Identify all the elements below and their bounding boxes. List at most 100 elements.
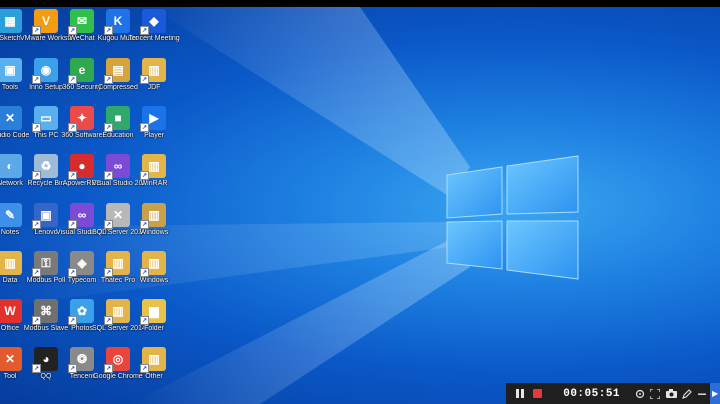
- winrar-icon-3: ▥ ↗: [140, 203, 166, 229]
- desktop-icon-edge-tool[interactable]: ✕ Tool: [0, 347, 34, 393]
- desktop-icon-wps-office[interactable]: W Office: [0, 299, 34, 345]
- desktop-icon-label: Player: [144, 132, 164, 139]
- icon-glyph: ✕: [112, 208, 124, 222]
- icon-glyph: ∞: [113, 159, 123, 173]
- desktop-icon-winrar-icon-2[interactable]: ▥ ↗ WinRAR: [130, 154, 178, 200]
- desktop: 00:05:51 ▶ V↗VMware Workstat...✉↗WeChatK…: [0, 7, 720, 404]
- icon-glyph: ▥: [148, 63, 160, 77]
- icon-glyph: ◆: [149, 14, 159, 28]
- icon-glyph: ■: [114, 111, 122, 125]
- shortcut-arrow-icon: ↗: [140, 268, 149, 277]
- desktop-icon-winrar[interactable]: ▥ ↗ JDF: [130, 58, 178, 104]
- this-pc-icon: ▭ ↗: [32, 106, 58, 132]
- shortcut-arrow-icon: ↗: [104, 220, 113, 229]
- desktop-icon-folder[interactable]: ▆ ↗ Folder: [130, 299, 178, 345]
- icon-glyph: ▣: [4, 63, 16, 77]
- fullscreen-button[interactable]: [650, 388, 662, 399]
- icon-glyph: ▆: [149, 304, 159, 318]
- desktop-icon-network[interactable]: ◐ Network: [0, 154, 34, 200]
- visual-studio-2019-icon: ∞ ↗: [68, 203, 94, 229]
- desktop-icon-vscode[interactable]: ✕ Studio Code: [0, 106, 34, 152]
- desktop-icon-winrar-icon-3[interactable]: ▥ ↗ Windows: [130, 203, 178, 249]
- icon-glyph: K: [113, 14, 123, 28]
- recording-timer: 00:05:51: [563, 387, 621, 400]
- wechat-icon: ✉ ↗: [68, 9, 94, 35]
- sql-server-mgmt-icon: ▥ ↗: [104, 299, 130, 325]
- shortcut-arrow-icon: ↗: [68, 171, 77, 180]
- tencent-icon: ❂ ↗: [68, 347, 94, 373]
- shortcut-arrow-icon: ↗: [68, 123, 77, 132]
- qq-icon: ◕ ↗: [32, 347, 58, 373]
- shortcut-arrow-icon: ↗: [104, 123, 113, 132]
- archive-icon: ▤ ↗: [104, 58, 130, 84]
- minimize-recorder-button[interactable]: [696, 389, 708, 399]
- inno-setup-icon: ◉ ↗: [32, 58, 58, 84]
- icon-glyph: W: [4, 304, 16, 318]
- screen-recorder-toolbar: 00:05:51 ▶: [506, 383, 720, 404]
- desktop-icon-label: Windows: [139, 229, 169, 236]
- desktop-icon-edge-tools[interactable]: ▣ Tools: [0, 58, 34, 104]
- pause-button[interactable]: [514, 387, 526, 401]
- desktop-icon-label: Studio Code: [0, 132, 30, 139]
- wps-office-icon: W: [0, 299, 22, 323]
- camera-button[interactable]: [665, 389, 677, 398]
- icon-glyph: ✕: [4, 111, 16, 125]
- annotate-button[interactable]: [681, 388, 693, 399]
- recycle-bin-icon: ♻ ↗: [32, 154, 58, 180]
- notes-icon: ✎: [0, 203, 22, 227]
- edge-winrar-icon: ▥: [0, 251, 22, 275]
- icon-glyph: ∞: [77, 208, 87, 222]
- icon-glyph: ◕: [42, 352, 50, 366]
- desktop-icon-label: WinRAR: [140, 180, 168, 187]
- icon-glyph: ✉: [76, 14, 88, 28]
- winrar-icon: ▥ ↗: [140, 58, 166, 84]
- icon-glyph: ▥: [148, 352, 160, 366]
- desktop-icon-notes[interactable]: ✎ Notes: [0, 203, 34, 249]
- icon-glyph: ▥: [112, 256, 124, 270]
- icon-glyph: ❂: [76, 352, 88, 366]
- shortcut-arrow-icon: ↗: [140, 123, 149, 132]
- icon-glyph: ▥: [148, 256, 160, 270]
- shortcut-arrow-icon: ↗: [104, 171, 113, 180]
- recorder-app-button[interactable]: ▶: [710, 383, 720, 404]
- desktop-icon-edge-winrar[interactable]: ▥ Data: [0, 251, 34, 297]
- typecom-icon: ◈ ↗: [68, 251, 94, 277]
- shortcut-arrow-icon: ↗: [104, 364, 113, 373]
- icon-glyph: ✎: [4, 208, 16, 222]
- shortcut-arrow-icon: ↗: [68, 316, 77, 325]
- desktop-icon-meeting[interactable]: ◆ ↗ Tencent Meeting: [128, 9, 180, 55]
- desktop-icon-label: Other: [145, 373, 163, 380]
- shortcut-arrow-icon: ↗: [68, 26, 77, 35]
- recorder-app-icon: ▶: [711, 389, 719, 398]
- icon-glyph: ✿: [76, 304, 88, 318]
- shortcut-arrow-icon: ↗: [104, 316, 113, 325]
- shortcut-arrow-icon: ↗: [68, 268, 77, 277]
- icon-glyph: e: [78, 63, 86, 77]
- icon-glyph: ◎: [112, 352, 124, 366]
- winrar-icon-5: ▥ ↗: [140, 251, 166, 277]
- icon-glyph: ✦: [76, 111, 88, 125]
- icon-glyph: ◐: [6, 159, 14, 173]
- edge-app-icon: ▦: [0, 9, 22, 33]
- target-icon: [635, 389, 644, 398]
- desktop-icon-edge-app[interactable]: ▦ Sketch: [0, 9, 34, 55]
- software-manager-icon: ✦ ↗: [68, 106, 94, 132]
- icon-glyph: ▥: [148, 208, 160, 222]
- desktop-icon-winrar-icon-6[interactable]: ▥ ↗ Other: [130, 347, 178, 393]
- stop-button[interactable]: [532, 387, 544, 401]
- education-icon: ■ ↗: [104, 106, 130, 132]
- icon-glyph: ▤: [112, 63, 124, 77]
- visual-studio-2022-icon: ∞ ↗: [104, 154, 130, 180]
- desktop-icon-winrar-icon-5[interactable]: ▥ ↗ Windows: [130, 251, 178, 297]
- shortcut-arrow-icon: ↗: [140, 316, 149, 325]
- icon-glyph: V: [41, 14, 50, 28]
- modbus-slave-icon: ⌘ ↗: [32, 299, 58, 325]
- network-icon: ◐: [0, 154, 22, 178]
- desktop-icon-label: Tool: [3, 373, 17, 380]
- shortcut-arrow-icon: ↗: [104, 268, 113, 277]
- pause-icon: [515, 389, 524, 398]
- desktop-icon-video-player[interactable]: ▶ ↗ Player: [130, 106, 178, 152]
- winrar-icon-4: ▥ ↗: [104, 251, 130, 277]
- screenshot-region-button[interactable]: [634, 389, 646, 399]
- shortcut-arrow-icon: ↗: [140, 75, 149, 84]
